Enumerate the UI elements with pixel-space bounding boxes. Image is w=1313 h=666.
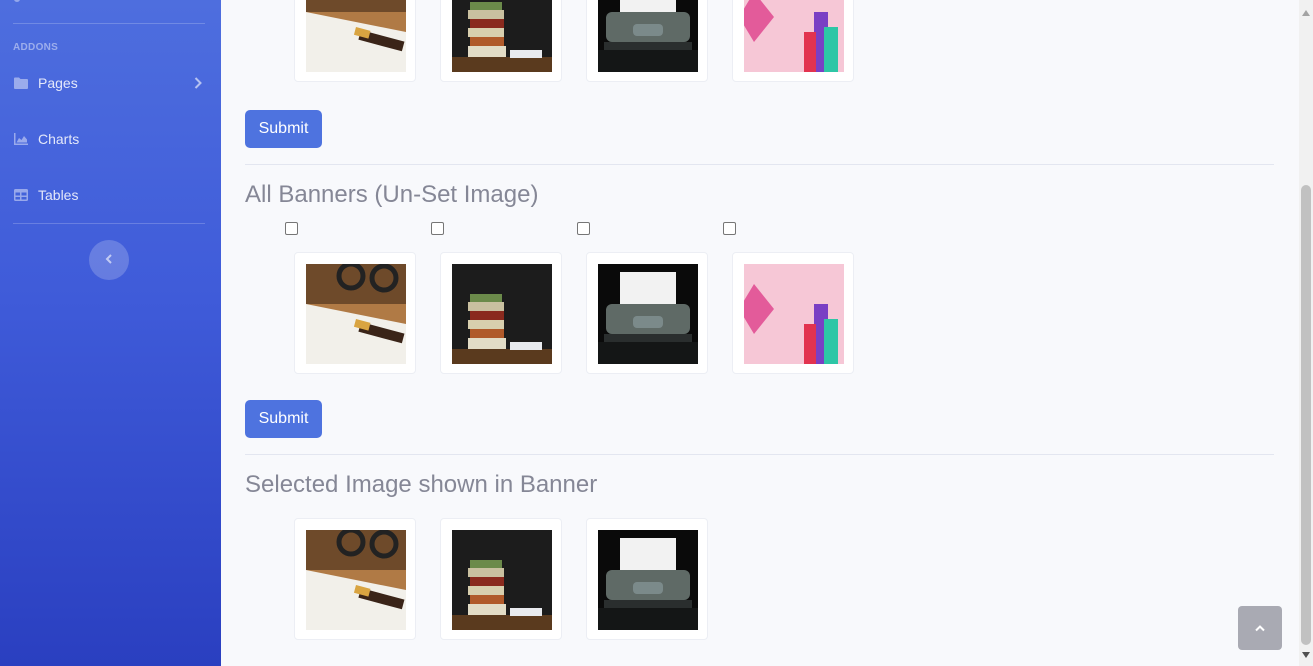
typewriter-image xyxy=(598,264,698,364)
scroll-up-arrow-icon[interactable] xyxy=(1302,3,1310,21)
chevron-up-icon xyxy=(1255,619,1265,637)
notebook-image xyxy=(306,264,406,364)
selected-banner-thumb xyxy=(440,518,562,640)
typewriter-image xyxy=(598,0,698,72)
banner-thumb xyxy=(732,252,854,374)
banner-checkbox[interactable] xyxy=(285,222,298,235)
banner-checkbox[interactable] xyxy=(577,222,590,235)
sidebar-divider xyxy=(13,223,205,224)
banner-checkbox[interactable] xyxy=(723,222,736,235)
sidebar-item-pages[interactable]: Pages xyxy=(14,71,206,95)
typewriter-image xyxy=(598,530,698,630)
notebook-image xyxy=(306,0,406,72)
banner-thumb xyxy=(294,252,416,374)
scroll-down-arrow-icon[interactable] xyxy=(1302,645,1310,663)
banner-thumb xyxy=(440,252,562,374)
books-image xyxy=(452,530,552,630)
banner-thumb xyxy=(294,0,416,82)
section-divider xyxy=(245,454,1274,455)
books-image xyxy=(452,264,552,364)
section-divider xyxy=(245,164,1274,165)
section-title-unset: All Banners (Un-Set Image) xyxy=(245,181,539,208)
selected-banner-thumb xyxy=(586,518,708,640)
sidebar-divider xyxy=(13,23,205,24)
notebook-image xyxy=(306,530,406,630)
sidebar-item-charts[interactable]: Charts xyxy=(14,127,206,151)
scroll-to-top-button[interactable] xyxy=(1238,606,1282,650)
chevron-left-icon xyxy=(105,251,113,269)
sidebar-item-label: Tables xyxy=(38,187,79,203)
chart-area-icon xyxy=(14,132,30,146)
table-icon xyxy=(14,188,30,202)
sidebar-toggle-button[interactable] xyxy=(89,240,129,280)
scrollbar-thumb[interactable] xyxy=(1301,185,1311,645)
banner-thumb xyxy=(440,0,562,82)
pink-banner-image xyxy=(744,0,844,72)
sidebar-nav-icon-cut xyxy=(14,0,20,2)
banner-thumb xyxy=(586,0,708,82)
banner-thumb xyxy=(586,252,708,374)
pink-banner-image xyxy=(744,264,844,364)
main-content: Submit All Banners (Un-Set Image) Submit… xyxy=(221,0,1299,666)
submit-button[interactable]: Submit xyxy=(245,110,322,148)
sidebar: ADDONS Pages Charts Tables xyxy=(0,0,221,666)
sidebar-item-label: Pages xyxy=(38,75,78,91)
banner-thumb xyxy=(732,0,854,82)
submit-button[interactable]: Submit xyxy=(245,400,322,438)
sidebar-item-tables[interactable]: Tables xyxy=(14,183,206,207)
sidebar-heading: ADDONS xyxy=(13,42,59,53)
chevron-right-icon xyxy=(194,76,202,92)
page-scrollbar[interactable] xyxy=(1299,0,1313,666)
books-image xyxy=(452,0,552,72)
sidebar-item-label: Charts xyxy=(38,131,80,147)
selected-banner-thumb xyxy=(294,518,416,640)
banner-checkbox[interactable] xyxy=(431,222,444,235)
folder-icon xyxy=(14,76,30,90)
section-title-selected: Selected Image shown in Banner xyxy=(245,471,598,498)
